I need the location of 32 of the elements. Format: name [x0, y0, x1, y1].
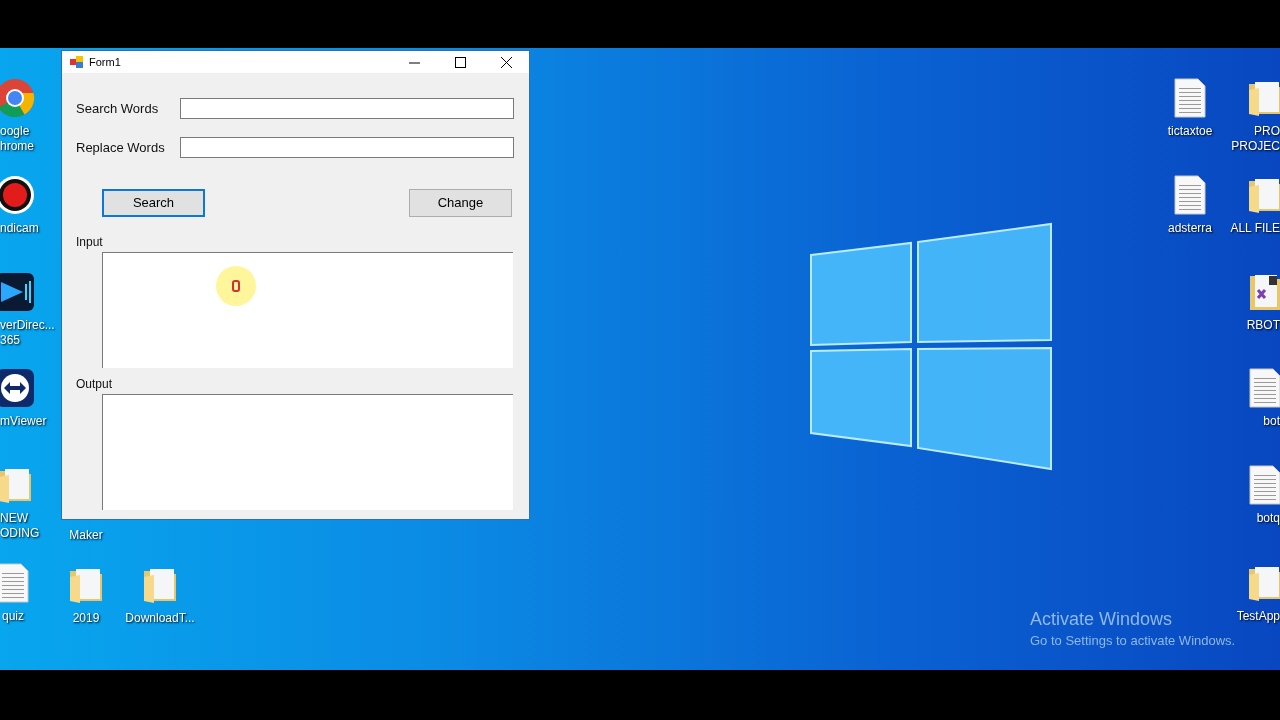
- icon-label[interactable]: tictaxtoe: [1150, 124, 1230, 139]
- icon-label[interactable]: adsterra: [1150, 221, 1230, 236]
- double-arrow-icon[interactable]: [0, 368, 35, 408]
- document-icon[interactable]: [1249, 465, 1280, 505]
- icon-label[interactable]: ALL FILE: [1230, 221, 1280, 236]
- activation-text: Go to Settings to activate Windows.: [1030, 632, 1236, 650]
- activation-title: Activate Windows: [1030, 608, 1174, 630]
- app-icon: [70, 56, 83, 68]
- project-folder-icon[interactable]: [1249, 272, 1280, 312]
- cursor-highlight: [216, 266, 256, 306]
- icon-label[interactable]: bot: [1263, 414, 1280, 429]
- icon-label[interactable]: botq: [1256, 511, 1280, 526]
- text-field[interactable]: [180, 98, 514, 119]
- window-title: Form1: [89, 54, 121, 70]
- field-label: Replace Words: [76, 138, 166, 157]
- document-icon[interactable]: [1174, 78, 1206, 118]
- maximize-icon[interactable]: [454, 56, 466, 68]
- area-label: Input: [76, 235, 104, 249]
- icon-label[interactable]: PRO PROJEC: [1231, 124, 1280, 154]
- field-label: Search Words: [76, 99, 160, 118]
- record-icon[interactable]: [0, 175, 35, 215]
- text-field[interactable]: [180, 137, 514, 158]
- icon-label[interactable]: RBOT: [1246, 318, 1280, 333]
- area-label: Output: [76, 377, 114, 391]
- browser-logo-icon[interactable]: [0, 78, 35, 118]
- document-icon[interactable]: [1249, 368, 1280, 408]
- play-arrow-icon[interactable]: [0, 272, 35, 312]
- document-icon[interactable]: [1174, 175, 1206, 215]
- icon-label[interactable]: TestApp: [1236, 609, 1280, 624]
- close-icon[interactable]: [500, 56, 512, 68]
- action-button[interactable]: Search: [102, 189, 205, 217]
- action-button[interactable]: Change: [409, 189, 512, 217]
